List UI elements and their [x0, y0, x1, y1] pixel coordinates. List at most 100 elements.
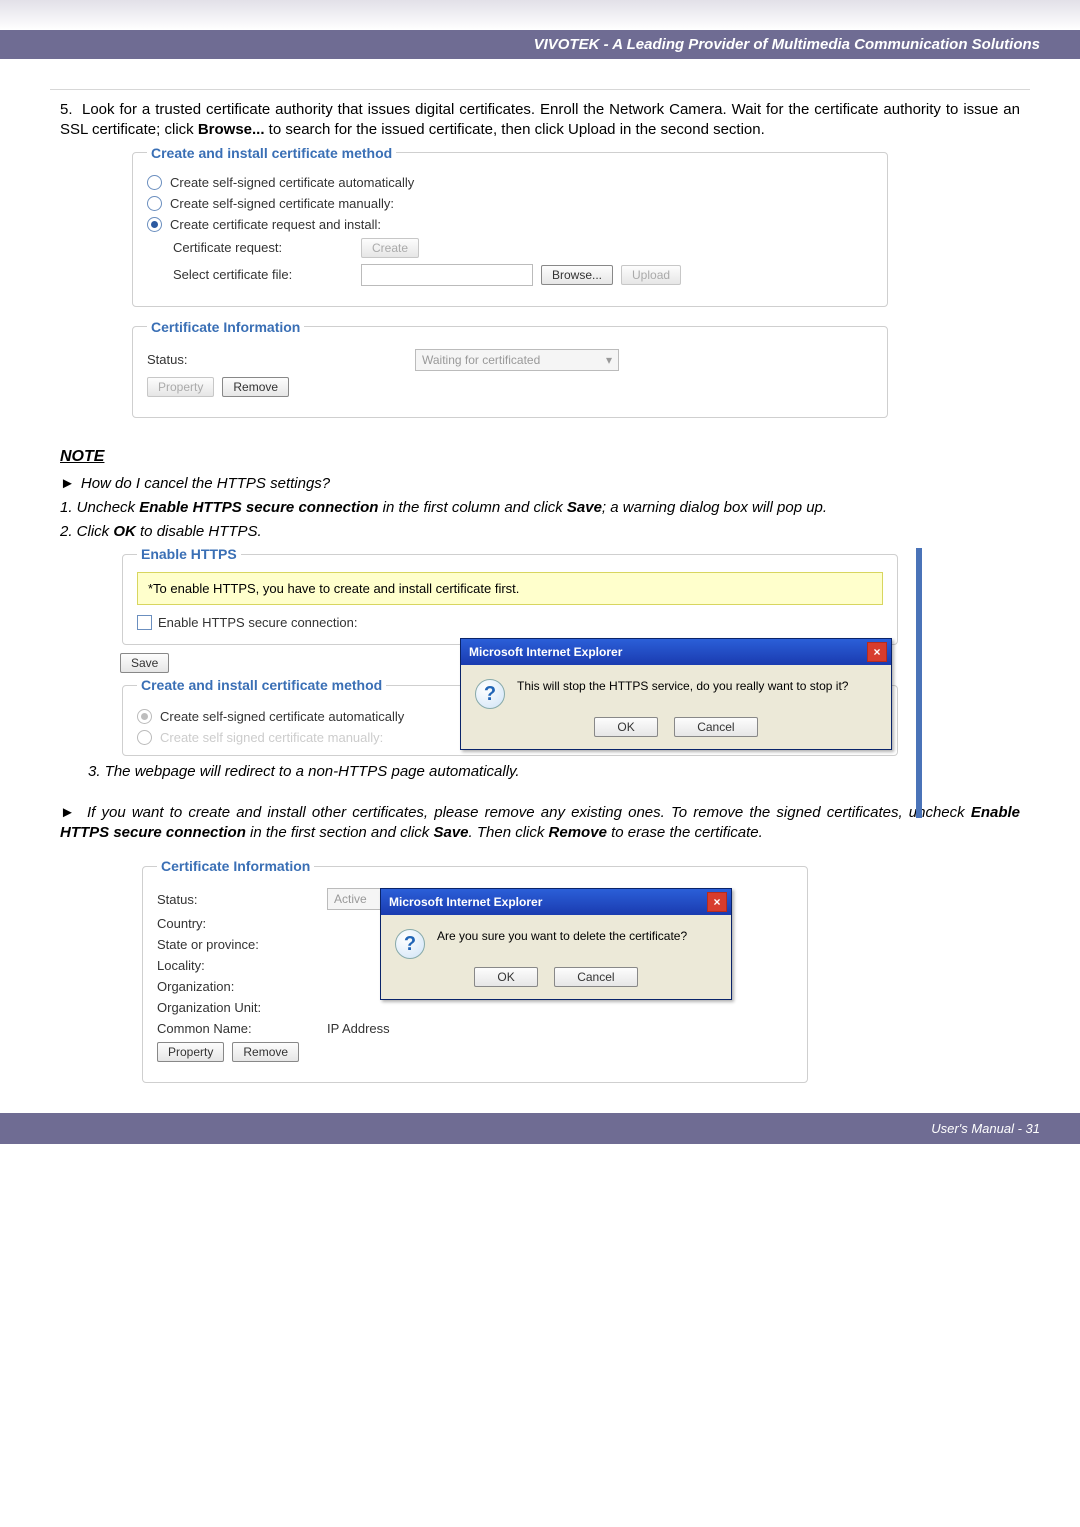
dialog-body: ? This will stop the HTTPS service, do y… — [461, 665, 891, 713]
create-button[interactable]: Create — [361, 238, 419, 258]
dialog2-buttons: OK Cancel — [381, 963, 731, 999]
note-q2-pre: If you want to create and install other … — [87, 804, 971, 821]
remove-button[interactable]: Remove — [222, 377, 289, 397]
note-block-2: If you want to create and install other … — [60, 803, 1020, 844]
step-5-bold: Browse... — [198, 121, 265, 138]
note-q1-1-b2: Save — [567, 499, 602, 516]
radio-auto-icon-2 — [137, 709, 152, 724]
dialog-delete-cert: Microsoft Internet Explorer × ? Are you … — [380, 888, 732, 1000]
status-select[interactable]: Waiting for certificated ▾ — [415, 349, 619, 371]
ci-locality-label: Locality: — [157, 958, 327, 973]
screenshot-create-method: Create and install certificate method Cr… — [130, 145, 890, 418]
legend-cert-info-2: Certificate Information — [157, 858, 314, 874]
radio-manual-row[interactable]: Create self-signed certificate manually: — [147, 196, 873, 211]
question-icon: ? — [475, 679, 505, 709]
property-button[interactable]: Property — [147, 377, 214, 397]
ci-button-row: Property Remove — [157, 1042, 793, 1062]
screenshot-cert-info: Certificate Information Status: Active ▾… — [140, 858, 810, 1083]
ci-status-value: Active — [334, 892, 367, 906]
dialog-message: This will stop the HTTPS service, do you… — [517, 679, 848, 693]
radio-manual-label: Create self-signed certificate manually: — [170, 196, 394, 211]
close-icon[interactable]: × — [867, 642, 887, 662]
radio-request-label: Create certificate request and install: — [170, 217, 381, 232]
save-button[interactable]: Save — [120, 653, 169, 673]
radio-request-icon — [147, 217, 162, 232]
property-button-2[interactable]: Property — [157, 1042, 224, 1062]
dialog2-body: ? Are you sure you want to delete the ce… — [381, 915, 731, 963]
fieldset-create-method: Create and install certificate method Cr… — [132, 145, 888, 307]
close-icon[interactable]: × — [707, 892, 727, 912]
ci-cn-value: IP Address — [327, 1021, 390, 1036]
radio-auto-row[interactable]: Create self-signed certificate automatic… — [147, 175, 873, 190]
screenshot-enable-https: Enable HTTPS *To enable HTTPS, you have … — [120, 546, 900, 756]
ok-button-2[interactable]: OK — [474, 967, 537, 987]
note-q1-1-pre: 1. Uncheck — [60, 499, 139, 516]
step-5-text: 5.Look for a trusted certificate authori… — [60, 100, 1020, 141]
note-q2-mid: in the first section and click — [246, 824, 434, 841]
note-q2-b2: Save — [433, 824, 468, 841]
header-brand: VIVOTEK - A Leading Provider of Multimed… — [0, 30, 1080, 59]
header-divider — [50, 89, 1030, 90]
dialog-titlebar: Microsoft Internet Explorer × — [461, 639, 891, 665]
cancel-button-2[interactable]: Cancel — [554, 967, 637, 987]
remove-button-2[interactable]: Remove — [232, 1042, 299, 1062]
checkbox-icon — [137, 615, 152, 630]
note-q1-step2: 2. Click OK to disable HTTPS. — [60, 522, 1020, 542]
step-5-num: 5. — [60, 100, 82, 120]
select-file-row: Select certificate file: Browse... Uploa… — [147, 264, 873, 286]
legend-cert-info: Certificate Information — [147, 319, 304, 335]
radio-manual-icon-cut — [137, 730, 152, 745]
browse-button[interactable]: Browse... — [541, 265, 613, 285]
radio-request-row[interactable]: Create certificate request and install: — [147, 217, 873, 232]
ci-country-label: Country: — [157, 916, 327, 931]
cancel-button[interactable]: Cancel — [674, 717, 757, 737]
enable-hint: *To enable HTTPS, you have to create and… — [137, 572, 883, 605]
legend-create-method: Create and install certificate method — [147, 145, 396, 161]
radio-auto-label: Create self-signed certificate automatic… — [170, 175, 414, 190]
ci-org-label: Organization: — [157, 979, 327, 994]
note-block-1: How do I cancel the HTTPS settings? 1. U… — [60, 474, 1020, 543]
radio-manual-icon — [147, 196, 162, 211]
fieldset-cert-info: Certificate Information Status: Waiting … — [132, 319, 888, 418]
note-q1-step3: 3. The webpage will redirect to a non-HT… — [88, 762, 1020, 782]
note-q1-1-post: ; a warning dialog box will pop up. — [602, 499, 827, 516]
ci-state-label: State or province: — [157, 937, 327, 952]
cert-info-buttons: Property Remove — [147, 377, 873, 397]
blue-callout-bar — [916, 548, 922, 818]
note-q1: How do I cancel the HTTPS settings? — [60, 474, 1020, 494]
dialog-title: Microsoft Internet Explorer — [469, 645, 622, 659]
note-q2-mid2: . Then click — [469, 824, 549, 841]
ci-cn-label: Common Name: — [157, 1021, 327, 1036]
legend-enable-https: Enable HTTPS — [137, 546, 241, 562]
ok-button[interactable]: OK — [594, 717, 657, 737]
dialog-stop-https: Microsoft Internet Explorer × ? This wil… — [460, 638, 892, 750]
note-q1-2-pre: 2. Click — [60, 523, 113, 540]
note-q2-post: to erase the certificate. — [607, 824, 763, 841]
status-row: Status: Waiting for certificated ▾ — [147, 349, 873, 371]
cert-request-label: Certificate request: — [173, 240, 353, 255]
question-icon: ? — [395, 929, 425, 959]
top-gradient — [0, 0, 1080, 30]
select-file-label: Select certificate file: — [173, 267, 353, 282]
select-file-input[interactable] — [361, 264, 533, 286]
note-q2-b3: Remove — [549, 824, 607, 841]
radio-auto-icon — [147, 175, 162, 190]
radio-auto-label-2: Create self-signed certificate automatic… — [160, 709, 404, 724]
dialog2-title: Microsoft Internet Explorer — [389, 895, 542, 909]
ci-status-label: Status: — [157, 892, 327, 907]
enable-checkbox-row[interactable]: Enable HTTPS secure connection: — [137, 615, 883, 630]
upload-button[interactable]: Upload — [621, 265, 681, 285]
note-q1-2-b: OK — [113, 523, 136, 540]
radio-manual-label-cut: Create self signed certificate manually: — [160, 730, 383, 745]
dialog2-message: Are you sure you want to delete the cert… — [437, 929, 687, 943]
status-label: Status: — [147, 352, 407, 367]
dialog-buttons: OK Cancel — [461, 713, 891, 749]
fieldset-enable-https: Enable HTTPS *To enable HTTPS, you have … — [122, 546, 898, 645]
note-heading: NOTE — [60, 448, 1020, 466]
legend-create-method-2: Create and install certificate method — [137, 677, 386, 693]
note-q1-step1: 1. Uncheck Enable HTTPS secure connectio… — [60, 498, 1020, 518]
dialog2-titlebar: Microsoft Internet Explorer × — [381, 889, 731, 915]
note-q1-2-post: to disable HTTPS. — [136, 523, 262, 540]
note-q1-1-b: Enable HTTPS secure connection — [139, 499, 378, 516]
cert-request-row: Certificate request: Create — [147, 238, 873, 258]
